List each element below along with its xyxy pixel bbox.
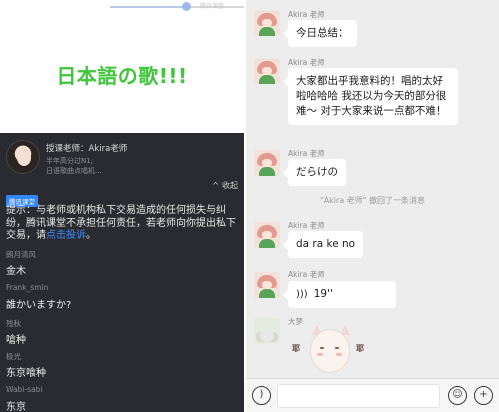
message-sender: 残秋 (6, 319, 21, 328)
notice-text: 提示：与老师或机构私下交易造成的任何损失与纠纷，腾讯课堂不承担任何责任，若老师向… (6, 205, 238, 243)
sticker-text-left: 耶 (292, 344, 300, 353)
sender-name: Akira 老师 (288, 221, 325, 230)
message-bubble[interactable]: だらけの (283, 159, 346, 186)
sender-avatar[interactable] (254, 10, 280, 36)
sender-avatar[interactable] (254, 58, 280, 84)
message-bubble[interactable]: 大家都出乎我意料的！唱的太好啦哈哈哈 我还以为今天的部分很难～ 对于大家来说一点… (283, 68, 458, 125)
sender-avatar[interactable] (254, 222, 280, 248)
message-text: 东京 (6, 402, 26, 412)
teacher-subtitle-2: 日语歌曲点唱机... (46, 167, 102, 175)
video-area[interactable]: 腾讯课堂 日本語の歌!!! (0, 0, 244, 133)
notice-body: 提示：与老师或机构私下交易造成的任何损失与纠纷，腾讯课堂不承担任何责任，若老师向… (6, 205, 236, 241)
teacher-info: 授课老师：Akira老师 半年高分过N1; 日语歌曲点唱机... (0, 133, 244, 179)
message-bubble[interactable]: 今日总结： (283, 20, 357, 47)
message-text: 金木 (6, 266, 26, 277)
sender-name: Akira 老师 (288, 10, 325, 19)
sender-name: Akira 老师 (288, 149, 325, 158)
video-watermark: 腾讯课堂 (200, 3, 225, 10)
voice-duration: 19'' (313, 288, 333, 300)
message-text: 誰かいますか? (6, 300, 72, 311)
message-bubble[interactable]: da ra ke no (282, 231, 364, 258)
plus-icon[interactable]: + (474, 386, 493, 405)
teacher-subtitle-1: 半年高分过N1; (46, 157, 94, 165)
progress-handle[interactable] (182, 2, 192, 11)
message-input[interactable] (277, 384, 440, 408)
message-sender: Frank_smin (6, 283, 49, 292)
sticker-image[interactable]: 耶 耶 (288, 323, 374, 383)
input-bar: ) ☺ + (246, 378, 499, 412)
message-sender: 极光 (6, 352, 21, 361)
classroom-panel: 腾讯课堂 日本語の歌!!! 授课老师：Akira老师 半年高分过N1; 日语歌曲… (0, 0, 244, 412)
video-title: 日本語の歌!!! (56, 64, 188, 88)
sticker-text-right: 耶 (356, 344, 364, 353)
recall-notice: "Akira 老师" 撤回了一条消息 (320, 196, 425, 205)
sender-avatar[interactable] (254, 150, 280, 176)
message-sender: Wabi-sabi (6, 385, 43, 394)
message-sender: 朗月清风 (6, 250, 36, 259)
sender-name: Akira 老师 (288, 58, 325, 67)
voice-wave-icon: ))) (296, 289, 308, 300)
message-text: 东京喰种 (6, 368, 46, 379)
teacher-avatar[interactable] (6, 140, 40, 174)
sender-avatar[interactable] (254, 318, 280, 344)
collapse-label: 收起 (222, 181, 238, 190)
message-text: 嗆种 (6, 335, 26, 346)
chevron-up-icon: ^ (212, 181, 219, 190)
voice-input-icon[interactable]: ) (252, 386, 271, 405)
teacher-label: 授课老师：Akira老师 (46, 144, 128, 154)
wechat-chat: Akira 老师 今日总结： Akira 老师 大家都出乎我意料的！唱的太好啦哈… (246, 0, 499, 412)
sender-avatar[interactable] (254, 272, 280, 298)
collapse-button[interactable]: ^ 收起 (212, 180, 238, 191)
sender-name: Akira 老师 (288, 270, 325, 279)
voice-message[interactable]: ))) 19'' (283, 281, 396, 308)
chat-panel: 授课老师：Akira老师 半年高分过N1; 日语歌曲点唱机... ^ 收起 腾讯课… (0, 133, 244, 412)
report-link[interactable]: 点击投诉 (46, 230, 86, 241)
notice-tail: 。 (86, 230, 96, 241)
emoji-icon[interactable]: ☺ (448, 386, 467, 405)
